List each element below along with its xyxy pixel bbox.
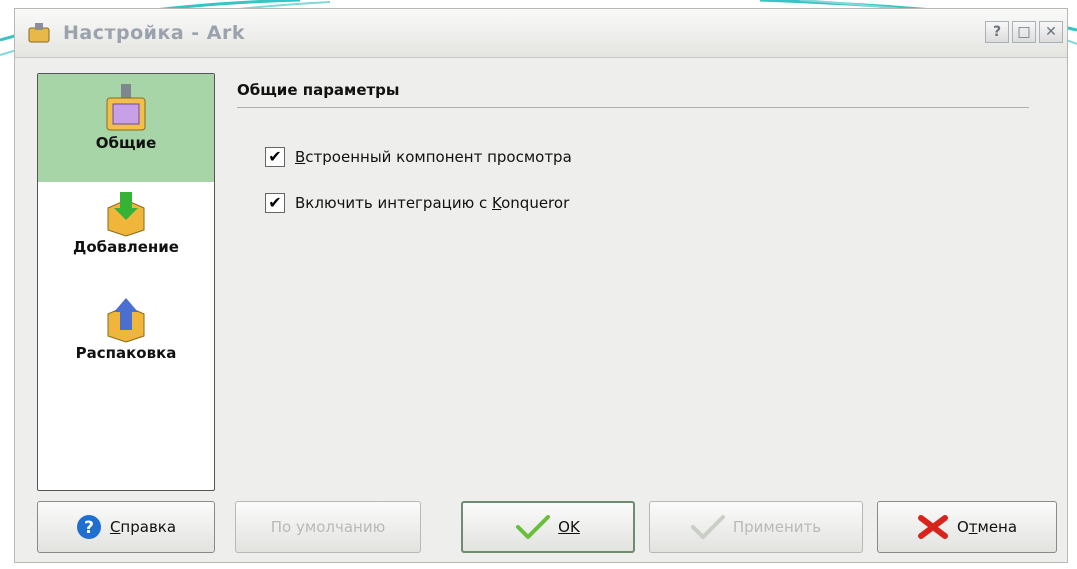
help-icon: ? — [76, 515, 101, 539]
builtin-viewer-label: Встроенный компонент просмотра — [295, 148, 572, 166]
cancel-button[interactable]: Отмена — [877, 501, 1057, 553]
konqueror-integration-checkbox[interactable]: ✔ — [265, 193, 285, 213]
apply-button-label: Применить — [732, 518, 822, 536]
maximize-button[interactable]: □ — [1012, 21, 1036, 43]
defaults-button-label: По умолчанию — [270, 518, 386, 536]
close-button[interactable]: ✕ — [1039, 21, 1063, 43]
sidebar-item-extracting[interactable]: Распаковка — [38, 296, 214, 362]
builtin-viewer-checkbox[interactable]: ✔ — [265, 147, 285, 167]
check-icon — [516, 515, 551, 539]
window-title: Настройка - Ark — [63, 22, 246, 44]
sidebar-item-label: Распаковка — [75, 344, 177, 362]
ok-button-label: OK — [558, 518, 580, 536]
settings-dialog: Настройка - Ark ? □ ✕ Общие Добавление Р… — [14, 8, 1068, 563]
sidebar-item-label: Общие — [95, 134, 157, 152]
page-list: Общие Добавление Распаковка — [37, 73, 215, 491]
package-extract-icon — [107, 298, 145, 343]
sidebar-item-general[interactable]: Общие — [38, 74, 214, 182]
svg-text:?: ? — [84, 518, 94, 538]
sidebar-item-label: Добавление — [73, 238, 179, 256]
option-builtin-viewer[interactable]: ✔ Встроенный компонент просмотра — [265, 147, 572, 167]
check-icon — [690, 515, 725, 539]
sidebar-item-adding[interactable]: Добавление — [38, 190, 214, 256]
ok-button[interactable]: OK — [461, 501, 635, 553]
defaults-button[interactable]: По умолчанию — [235, 501, 421, 553]
option-konqueror-integration[interactable]: ✔ Включить интеграцию с Konqueror — [265, 193, 569, 213]
help-title-button[interactable]: ? — [985, 21, 1009, 43]
header-divider — [237, 107, 1029, 108]
help-button[interactable]: ? Справка — [37, 501, 215, 553]
konqueror-integration-label: Включить интеграцию с Konqueror — [295, 194, 570, 212]
page-title: Общие параметры — [237, 81, 400, 99]
ark-app-icon — [28, 23, 50, 43]
folder-archive-icon — [106, 84, 146, 131]
title-bar[interactable]: Настройка - Ark ? □ ✕ — [15, 9, 1067, 58]
package-add-icon — [107, 192, 145, 237]
cancel-button-label: Отмена — [956, 518, 1018, 536]
window-controls: ? □ ✕ — [985, 21, 1063, 43]
cancel-icon — [917, 515, 948, 539]
apply-button[interactable]: Применить — [649, 501, 863, 553]
help-button-label: Справка — [109, 518, 177, 536]
